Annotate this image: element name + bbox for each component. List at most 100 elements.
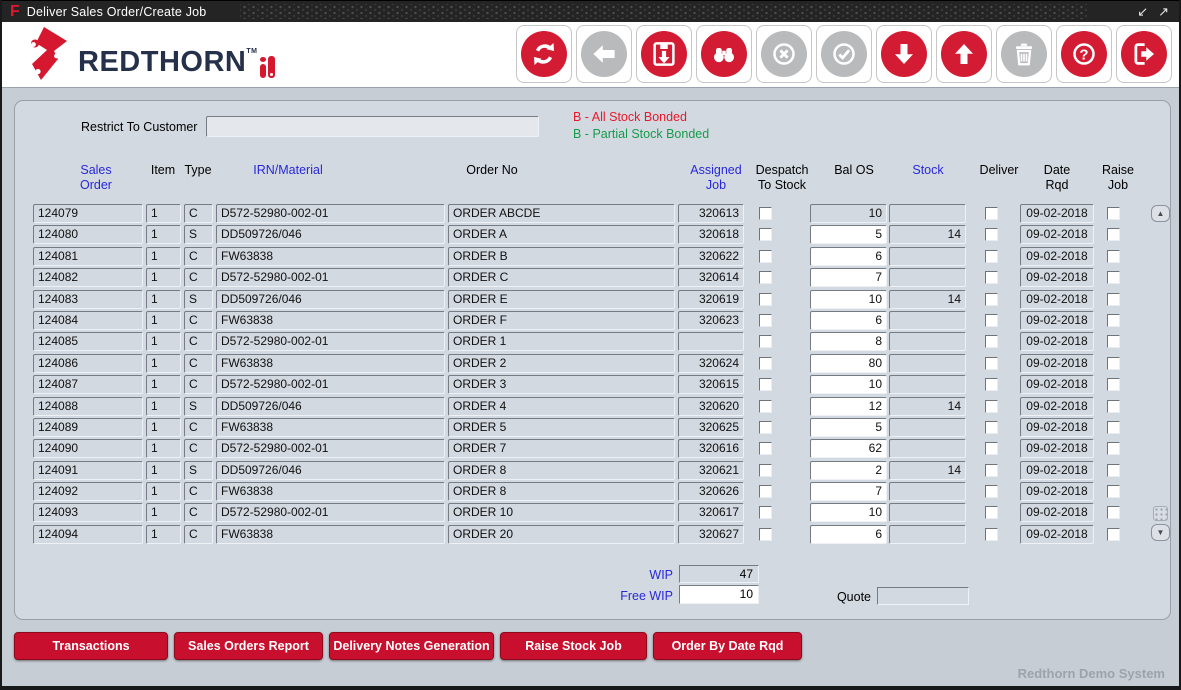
raise-job-checkbox[interactable]: [1107, 528, 1120, 541]
type-cell: C: [184, 204, 213, 223]
find-toolbar-button[interactable]: [696, 25, 752, 83]
refresh-toolbar-button[interactable]: [516, 25, 572, 83]
despatch-to-stock-checkbox[interactable]: [759, 378, 772, 391]
bal-os-cell[interactable]: 10: [810, 290, 887, 309]
despatch-to-stock-checkbox[interactable]: [759, 400, 772, 413]
date-rqd-cell: 09-02-2018: [1020, 439, 1094, 458]
date-rqd-cell: 09-02-2018: [1020, 503, 1094, 522]
despatch-to-stock-checkbox[interactable]: [759, 506, 772, 519]
order-by-date-rqd-button[interactable]: Order By Date Rqd: [653, 632, 802, 660]
bal-os-cell[interactable]: 6: [810, 311, 887, 330]
bal-os-cell[interactable]: 10: [810, 375, 887, 394]
bal-os-cell[interactable]: 6: [810, 525, 887, 544]
bal-os-cell[interactable]: 5: [810, 418, 887, 437]
assigned-job-cell: 320614: [678, 268, 744, 287]
despatch-to-stock-checkbox[interactable]: [759, 250, 772, 263]
deliver-checkbox[interactable]: [985, 464, 998, 477]
raise-job-checkbox[interactable]: [1107, 506, 1120, 519]
despatch-to-stock-checkbox[interactable]: [759, 528, 772, 541]
orders-table: 1240791CD572-52980-002-01ORDER ABCDE3206…: [15, 204, 1172, 544]
raise-job-checkbox[interactable]: [1107, 464, 1120, 477]
despatch-to-stock-checkbox[interactable]: [759, 485, 772, 498]
deliver-checkbox[interactable]: [985, 250, 998, 263]
bal-os-cell[interactable]: 8: [810, 332, 887, 351]
bal-os-cell[interactable]: 7: [810, 482, 887, 501]
type-cell: S: [184, 225, 213, 244]
assigned-job-cell: 320623: [678, 311, 744, 330]
despatch-to-stock-checkbox[interactable]: [759, 335, 772, 348]
move-down-toolbar-button[interactable]: [876, 25, 932, 83]
deliver-checkbox[interactable]: [985, 357, 998, 370]
bal-os-cell[interactable]: 6: [810, 247, 887, 266]
despatch-to-stock-checkbox[interactable]: [759, 293, 772, 306]
transactions-button[interactable]: Transactions: [14, 632, 168, 660]
assigned-job-cell: 320621: [678, 461, 744, 480]
help-toolbar-button[interactable]: ?: [1056, 25, 1112, 83]
deliver-checkbox[interactable]: [985, 335, 998, 348]
deliver-checkbox[interactable]: [985, 506, 998, 519]
scroll-resize-grip[interactable]: [1153, 506, 1168, 521]
raise-job-checkbox[interactable]: [1107, 314, 1120, 327]
delete-icon: [1001, 31, 1047, 77]
raise-job-checkbox[interactable]: [1107, 485, 1120, 498]
raise-stock-job-button[interactable]: Raise Stock Job: [500, 632, 647, 660]
bal-os-cell[interactable]: 80: [810, 354, 887, 373]
bal-os-cell[interactable]: 62: [810, 439, 887, 458]
raise-job-checkbox[interactable]: [1107, 421, 1120, 434]
raise-job-checkbox[interactable]: [1107, 293, 1120, 306]
deliver-checkbox[interactable]: [985, 314, 998, 327]
raise-job-checkbox[interactable]: [1107, 250, 1120, 263]
deliver-checkbox[interactable]: [985, 442, 998, 455]
despatch-to-stock-checkbox[interactable]: [759, 357, 772, 370]
exit-toolbar-button[interactable]: [1116, 25, 1172, 83]
deliver-checkbox[interactable]: [985, 421, 998, 434]
raise-job-checkbox[interactable]: [1107, 357, 1120, 370]
despatch-to-stock-checkbox[interactable]: [759, 442, 772, 455]
bal-os-cell[interactable]: 12: [810, 397, 887, 416]
deliver-checkbox[interactable]: [985, 207, 998, 220]
deliver-checkbox[interactable]: [985, 228, 998, 241]
sales-order-cell: 124090: [33, 439, 143, 458]
restrict-to-customer-input[interactable]: [206, 116, 539, 137]
deliver-checkbox[interactable]: [985, 400, 998, 413]
order-no-cell: ORDER F: [448, 311, 675, 330]
raise-job-checkbox[interactable]: [1107, 228, 1120, 241]
maximize-icon[interactable]: ↗: [1158, 4, 1169, 20]
despatch-to-stock-checkbox[interactable]: [759, 271, 772, 284]
raise-job-checkbox[interactable]: [1107, 207, 1120, 220]
stock-cell: [889, 354, 966, 373]
deliver-checkbox[interactable]: [985, 271, 998, 284]
despatch-to-stock-checkbox[interactable]: [759, 464, 772, 477]
scroll-up-button[interactable]: ▲: [1151, 205, 1170, 222]
type-cell: S: [184, 290, 213, 309]
deliver-checkbox[interactable]: [985, 485, 998, 498]
cancel-toolbar-button: [756, 25, 812, 83]
despatch-to-stock-checkbox[interactable]: [759, 421, 772, 434]
bal-os-cell[interactable]: 7: [810, 268, 887, 287]
quote-input[interactable]: [877, 587, 969, 605]
scroll-down-button[interactable]: ▼: [1151, 524, 1170, 541]
back-toolbar-button: [576, 25, 632, 83]
deliver-checkbox[interactable]: [985, 528, 998, 541]
bal-os-cell[interactable]: 2: [810, 461, 887, 480]
deliver-checkbox[interactable]: [985, 378, 998, 391]
restore-icon[interactable]: ↙: [1137, 4, 1148, 20]
sales-orders-report-button[interactable]: Sales Orders Report: [174, 632, 323, 660]
delivery-notes-generation-button[interactable]: Delivery Notes Generation: [329, 632, 494, 660]
order-no-cell: ORDER B: [448, 247, 675, 266]
raise-job-checkbox[interactable]: [1107, 335, 1120, 348]
bal-os-cell[interactable]: 5: [810, 225, 887, 244]
raise-job-checkbox[interactable]: [1107, 442, 1120, 455]
move-up-toolbar-button[interactable]: [936, 25, 992, 83]
raise-job-checkbox[interactable]: [1107, 378, 1120, 391]
despatch-to-stock-checkbox[interactable]: [759, 314, 772, 327]
raise-job-checkbox[interactable]: [1107, 400, 1120, 413]
despatch-to-stock-checkbox[interactable]: [759, 228, 772, 241]
column-header-order-no: Order No: [446, 163, 538, 178]
quote-label: Quote: [815, 590, 871, 604]
raise-job-checkbox[interactable]: [1107, 271, 1120, 284]
save-toolbar-button[interactable]: [636, 25, 692, 83]
despatch-to-stock-checkbox[interactable]: [759, 207, 772, 220]
bal-os-cell[interactable]: 10: [810, 503, 887, 522]
deliver-checkbox[interactable]: [985, 293, 998, 306]
